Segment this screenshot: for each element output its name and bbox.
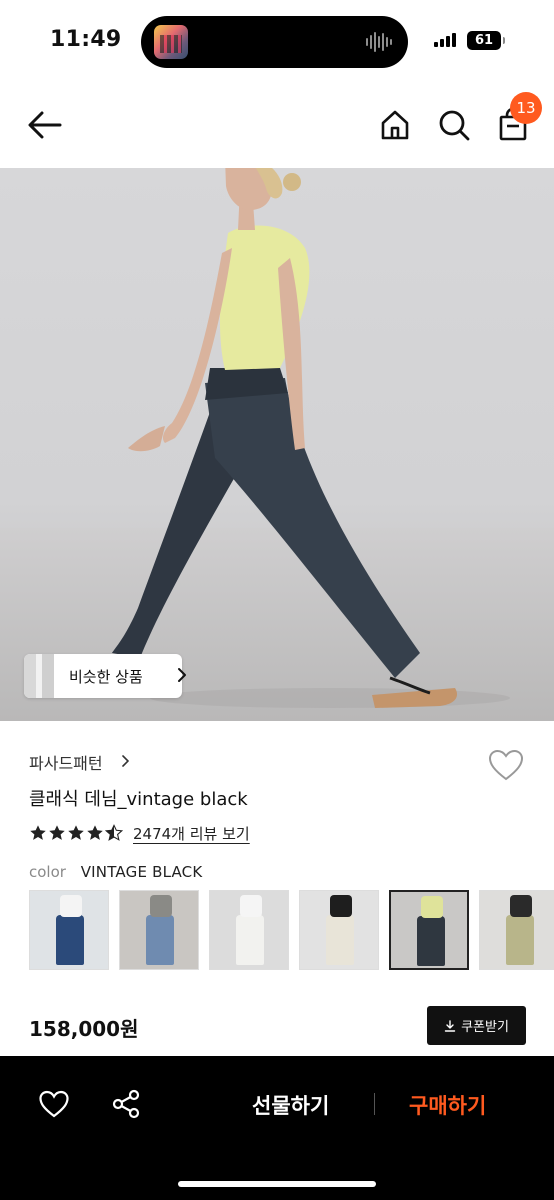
buy-button[interactable]: 구매하기 — [409, 1090, 486, 1120]
star-rating — [29, 824, 123, 842]
home-icon[interactable] — [378, 108, 412, 142]
signal-bars-icon — [434, 33, 456, 47]
rating-row: 2474개 리뷰 보기 — [29, 822, 250, 844]
half-star-icon — [105, 824, 123, 841]
swatch-top — [421, 896, 443, 918]
status-bar: 11:49 61 — [0, 0, 554, 84]
now-playing-thumbnail[interactable] — [154, 25, 188, 59]
swatch-pants — [146, 915, 174, 965]
coupon-button[interactable]: 쿠폰받기 — [427, 1006, 526, 1045]
home-indicator[interactable] — [178, 1181, 376, 1187]
swatch-top — [240, 895, 262, 917]
divider — [374, 1093, 375, 1115]
product-image[interactable]: 비슷한 상품 — [0, 168, 554, 721]
status-time: 11:49 — [50, 27, 122, 52]
swatch-pants — [506, 915, 534, 965]
chevron-right-icon — [178, 668, 186, 682]
color-swatch-light-blue[interactable] — [119, 890, 199, 970]
product-name: 클래식 데님_vintage black — [29, 789, 248, 810]
swatch-pants — [236, 915, 264, 965]
battery-icon: 61 — [467, 31, 505, 50]
swatch-top — [510, 895, 532, 917]
color-swatch-list — [29, 890, 554, 972]
top-navigation: 13 — [0, 84, 554, 168]
gift-button[interactable]: 선물하기 — [252, 1090, 329, 1120]
audio-waveform-icon — [366, 30, 394, 54]
swatch-top — [60, 895, 82, 917]
search-icon[interactable] — [437, 108, 471, 142]
color-value: VINTAGE BLACK — [80, 863, 203, 881]
star-icon — [68, 825, 84, 840]
price: 158,000원 — [29, 1017, 139, 1041]
similar-products-button[interactable]: 비슷한 상품 — [24, 654, 186, 698]
color-swatch-vintage-black[interactable] — [389, 890, 469, 970]
brand-link[interactable]: 파사드패턴 — [29, 750, 103, 774]
swatch-pants — [326, 915, 354, 965]
heart-icon[interactable] — [487, 748, 525, 782]
similar-products-thumbnail — [24, 654, 54, 698]
chevron-right-icon[interactable] — [121, 753, 131, 769]
swatch-top — [150, 895, 172, 917]
swatch-top — [330, 895, 352, 917]
star-icon — [49, 825, 65, 840]
battery-level: 61 — [474, 33, 494, 48]
color-swatch-white[interactable] — [209, 890, 289, 970]
swatch-pants — [417, 916, 445, 966]
heart-icon[interactable] — [38, 1089, 70, 1119]
star-icon — [30, 825, 46, 840]
bottom-action-bar: 선물하기 구매하기 — [0, 1056, 554, 1200]
dynamic-island[interactable] — [141, 16, 408, 68]
cart-count-badge: 13 — [510, 92, 542, 124]
star-icon — [87, 825, 103, 840]
review-link[interactable]: 2474개 리뷰 보기 — [133, 823, 250, 844]
color-row: color VINTAGE BLACK — [29, 863, 202, 881]
color-swatch-beige[interactable] — [299, 890, 379, 970]
similar-products-label: 비슷한 상품 — [69, 668, 143, 686]
share-icon[interactable] — [111, 1089, 141, 1119]
color-swatch-olive[interactable] — [479, 890, 554, 970]
color-label: color — [29, 863, 66, 881]
back-arrow-icon[interactable] — [26, 108, 64, 142]
color-swatch-dark-blue[interactable] — [29, 890, 109, 970]
model-illustration — [112, 168, 510, 708]
download-icon — [444, 1019, 456, 1032]
swatch-pants — [56, 915, 84, 965]
coupon-label: 쿠폰받기 — [461, 1020, 509, 1035]
